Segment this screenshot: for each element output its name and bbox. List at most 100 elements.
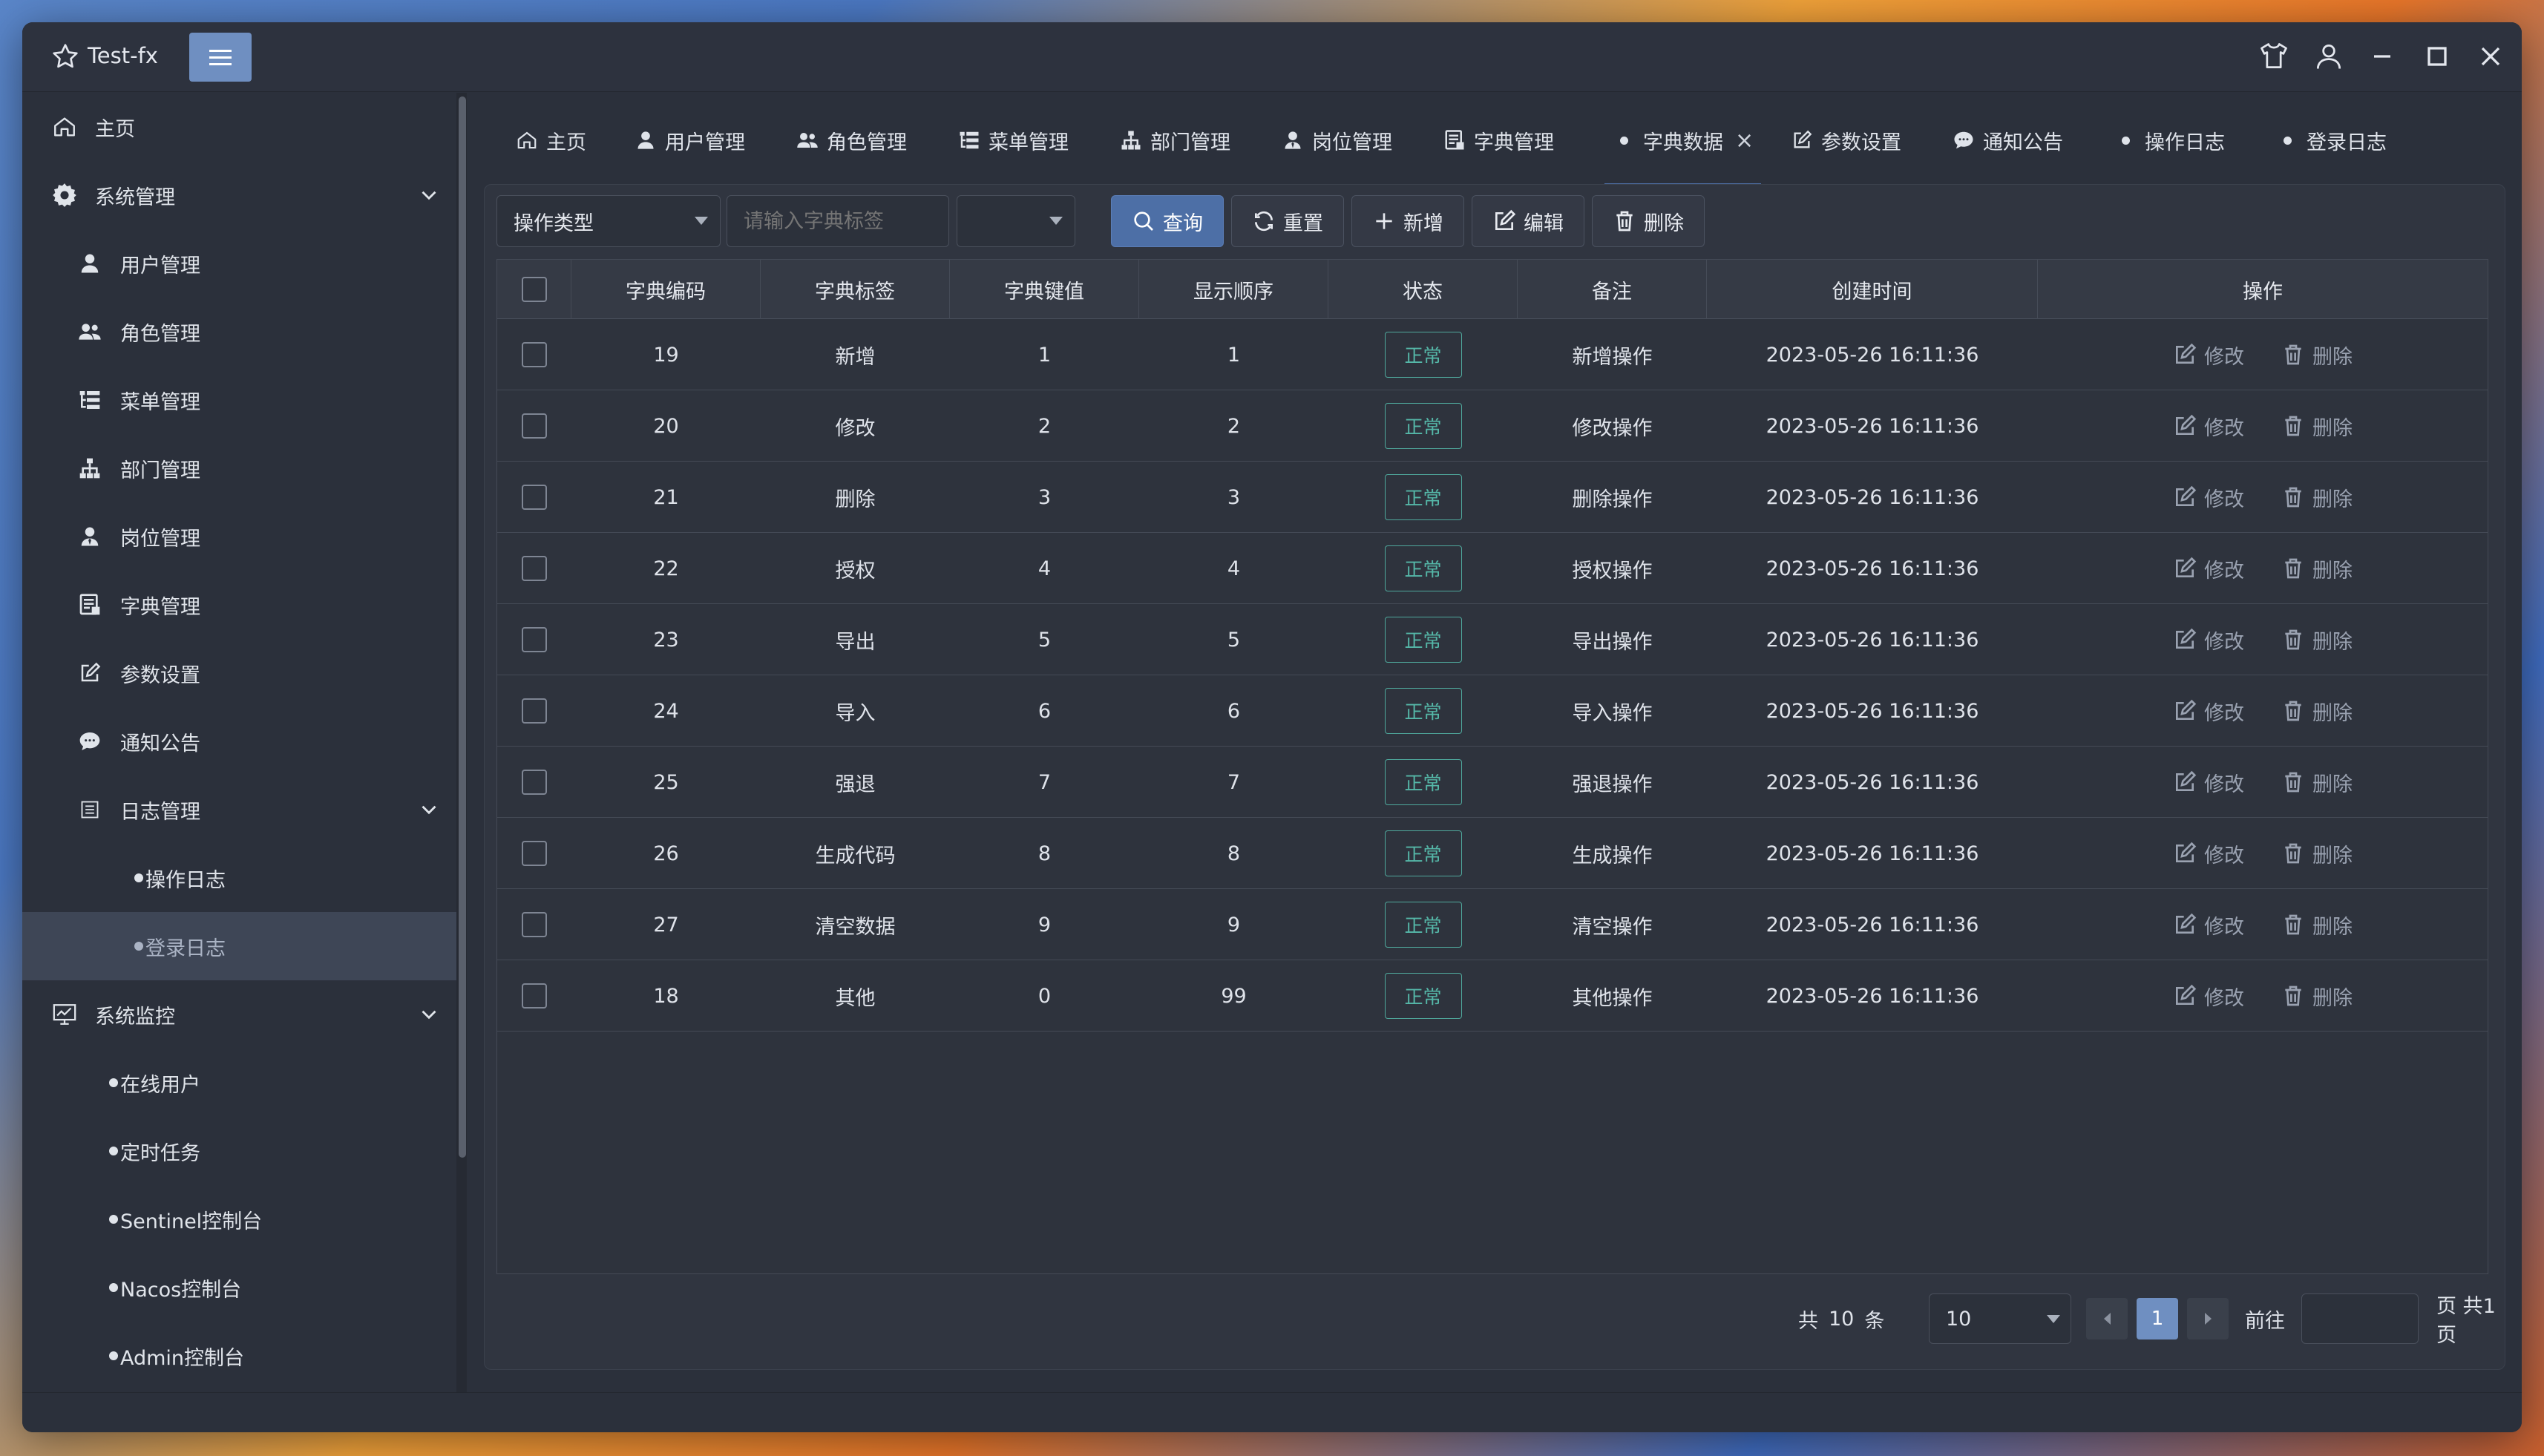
column-header[interactable]: 状态 bbox=[1328, 260, 1518, 319]
sidebar-item-online-users[interactable]: 在线用户 bbox=[22, 1049, 456, 1117]
sidebar-item-posts[interactable]: 岗位管理 bbox=[22, 502, 456, 571]
row-edit-button[interactable]: 修改 bbox=[2173, 768, 2244, 797]
search-button[interactable]: 查询 bbox=[1111, 195, 1224, 247]
row-delete-button[interactable]: 删除 bbox=[2281, 697, 2353, 726]
table-row[interactable]: 26 生成代码 8 8 生成操作 2023-05-26 16:11:36 正常 修改 删除 bbox=[497, 818, 2488, 889]
row-delete-button[interactable]: 删除 bbox=[2281, 483, 2353, 512]
sidebar-item-nacos[interactable]: Nacos控制台 bbox=[22, 1253, 456, 1322]
row-delete-button[interactable]: 删除 bbox=[2281, 412, 2353, 441]
sidebar-item-login-log[interactable]: 登录日志 bbox=[22, 912, 456, 980]
table-row[interactable]: 19 新增 1 1 新增操作 2023-05-26 16:11:36 正常 修改 删除 bbox=[497, 319, 2488, 390]
row-edit-button[interactable]: 修改 bbox=[2173, 341, 2244, 370]
maximize-button[interactable] bbox=[2421, 40, 2453, 73]
sidebar-item-logs[interactable]: 日志管理 bbox=[22, 775, 456, 844]
status-select[interactable] bbox=[957, 195, 1075, 247]
close-button[interactable] bbox=[2474, 40, 2507, 73]
select-all-checkbox[interactable] bbox=[521, 277, 547, 302]
row-delete-button[interactable]: 删除 bbox=[2281, 839, 2353, 868]
sidebar-item-departments[interactable]: 部门管理 bbox=[22, 434, 456, 502]
skin-shirt-icon[interactable] bbox=[2258, 40, 2290, 73]
sidebar-item-params[interactable]: 参数设置 bbox=[22, 639, 456, 707]
delete-button[interactable]: 删除 bbox=[1592, 195, 1705, 247]
menu-toggle-button[interactable] bbox=[189, 33, 252, 82]
chevron-down-icon[interactable] bbox=[416, 1002, 442, 1027]
column-header[interactable]: 创建时间 bbox=[1707, 260, 2038, 319]
row-delete-button[interactable]: 删除 bbox=[2281, 341, 2353, 370]
tab-departments[interactable]: 部门管理 bbox=[1119, 93, 1230, 188]
row-edit-button[interactable]: 修改 bbox=[2173, 911, 2244, 939]
row-checkbox[interactable] bbox=[522, 627, 547, 652]
tab-close-icon[interactable]: × bbox=[1735, 128, 1754, 154]
prev-page-button[interactable] bbox=[2086, 1298, 2128, 1339]
tab-menus[interactable]: 菜单管理 bbox=[957, 93, 1069, 188]
sidebar-item-scheduled-tasks[interactable]: 定时任务 bbox=[22, 1117, 456, 1185]
row-checkbox[interactable] bbox=[522, 770, 547, 795]
sidebar-item-sentinel[interactable]: Sentinel控制台 bbox=[22, 1185, 456, 1253]
row-edit-button[interactable]: 修改 bbox=[2173, 412, 2244, 441]
tab-login-log[interactable]: 登录日志 bbox=[2275, 93, 2387, 188]
next-page-button[interactable] bbox=[2187, 1298, 2229, 1339]
add-button[interactable]: 新增 bbox=[1351, 195, 1464, 247]
column-header[interactable]: 字典键值 bbox=[950, 260, 1139, 319]
tab-operation-log[interactable]: 操作日志 bbox=[2114, 93, 2225, 188]
sidebar-item-home[interactable]: 主页 bbox=[22, 93, 456, 161]
row-delete-button[interactable]: 删除 bbox=[2281, 911, 2353, 939]
tab-dictionary[interactable]: 字典管理 bbox=[1443, 93, 1554, 188]
sidebar-scrollbar-thumb[interactable] bbox=[459, 96, 466, 1158]
table-row[interactable]: 24 导入 6 6 导入操作 2023-05-26 16:11:36 正常 修改 删除 bbox=[497, 675, 2488, 747]
row-checkbox[interactable] bbox=[522, 983, 547, 1009]
row-edit-button[interactable]: 修改 bbox=[2173, 554, 2244, 583]
sidebar-item-operation-log[interactable]: 操作日志 bbox=[22, 844, 456, 912]
user-account-icon[interactable] bbox=[2312, 40, 2345, 73]
row-checkbox[interactable] bbox=[522, 556, 547, 581]
sidebar-item-system[interactable]: 系统管理 bbox=[22, 161, 456, 229]
row-delete-button[interactable]: 删除 bbox=[2281, 554, 2353, 583]
sidebar-item-menus[interactable]: 菜单管理 bbox=[22, 366, 456, 434]
sidebar-item-admin[interactable]: Admin控制台 bbox=[22, 1322, 456, 1390]
column-header[interactable]: 字典编码 bbox=[571, 260, 761, 319]
tab-roles[interactable]: 角色管理 bbox=[796, 93, 907, 188]
row-edit-button[interactable]: 修改 bbox=[2173, 839, 2244, 868]
sidebar-item-users[interactable]: 用户管理 bbox=[22, 229, 456, 298]
reset-button[interactable]: 重置 bbox=[1231, 195, 1344, 247]
sidebar-item-roles[interactable]: 角色管理 bbox=[22, 298, 456, 366]
column-header[interactable]: 字典标签 bbox=[761, 260, 950, 319]
page-size-select[interactable]: 10 bbox=[1929, 1293, 2071, 1344]
row-checkbox[interactable] bbox=[522, 413, 547, 439]
edit-button[interactable]: 编辑 bbox=[1472, 195, 1584, 247]
tab-notices[interactable]: 通知公告 bbox=[1952, 93, 2063, 188]
row-edit-button[interactable]: 修改 bbox=[2173, 697, 2244, 726]
goto-page-input[interactable] bbox=[2301, 1293, 2419, 1344]
column-header[interactable]: 备注 bbox=[1518, 260, 1707, 319]
table-row[interactable]: 20 修改 2 2 修改操作 2023-05-26 16:11:36 正常 修改 删除 bbox=[497, 390, 2488, 462]
row-checkbox[interactable] bbox=[522, 485, 547, 510]
row-edit-button[interactable]: 修改 bbox=[2173, 483, 2244, 512]
row-delete-button[interactable]: 删除 bbox=[2281, 982, 2353, 1011]
sidebar-item-dictionary[interactable]: 字典管理 bbox=[22, 571, 456, 639]
sidebar-item-notices[interactable]: 通知公告 bbox=[22, 707, 456, 775]
chevron-down-icon[interactable] bbox=[416, 797, 442, 822]
table-row[interactable]: 23 导出 5 5 导出操作 2023-05-26 16:11:36 正常 修改 删除 bbox=[497, 604, 2488, 675]
row-edit-button[interactable]: 修改 bbox=[2173, 626, 2244, 655]
column-header[interactable]: 显示顺序 bbox=[1139, 260, 1328, 319]
tab-dictionary-data[interactable]: 字典数据 × bbox=[1604, 93, 1762, 188]
tab-params[interactable]: 参数设置 bbox=[1790, 93, 1901, 188]
sidebar-item-monitor[interactable]: 系统监控 bbox=[22, 980, 456, 1049]
row-checkbox[interactable] bbox=[522, 912, 547, 937]
chevron-down-icon[interactable] bbox=[416, 183, 442, 208]
table-row[interactable]: 21 删除 3 3 删除操作 2023-05-26 16:11:36 正常 修改 删除 bbox=[497, 462, 2488, 533]
tab-posts[interactable]: 岗位管理 bbox=[1281, 93, 1392, 188]
row-delete-button[interactable]: 删除 bbox=[2281, 768, 2353, 797]
tab-home[interactable]: 主页 bbox=[515, 93, 586, 188]
table-row[interactable]: 27 清空数据 9 9 清空操作 2023-05-26 16:11:36 正常 修改 删除 bbox=[497, 889, 2488, 960]
dict-type-select[interactable]: 操作类型 bbox=[496, 195, 721, 247]
row-checkbox[interactable] bbox=[522, 698, 547, 724]
row-edit-button[interactable]: 修改 bbox=[2173, 982, 2244, 1011]
row-checkbox[interactable] bbox=[522, 342, 547, 367]
table-row[interactable]: 22 授权 4 4 授权操作 2023-05-26 16:11:36 正常 修改 删除 bbox=[497, 533, 2488, 604]
table-row[interactable]: 18 其他 0 99 其他操作 2023-05-26 16:11:36 正常 修改 删除 bbox=[497, 960, 2488, 1032]
page-1-button[interactable]: 1 bbox=[2137, 1298, 2178, 1339]
dict-label-input[interactable] bbox=[727, 195, 949, 247]
tab-users[interactable]: 用户管理 bbox=[634, 93, 745, 188]
table-row[interactable]: 25 强退 7 7 强退操作 2023-05-26 16:11:36 正常 修改 删除 bbox=[497, 747, 2488, 818]
